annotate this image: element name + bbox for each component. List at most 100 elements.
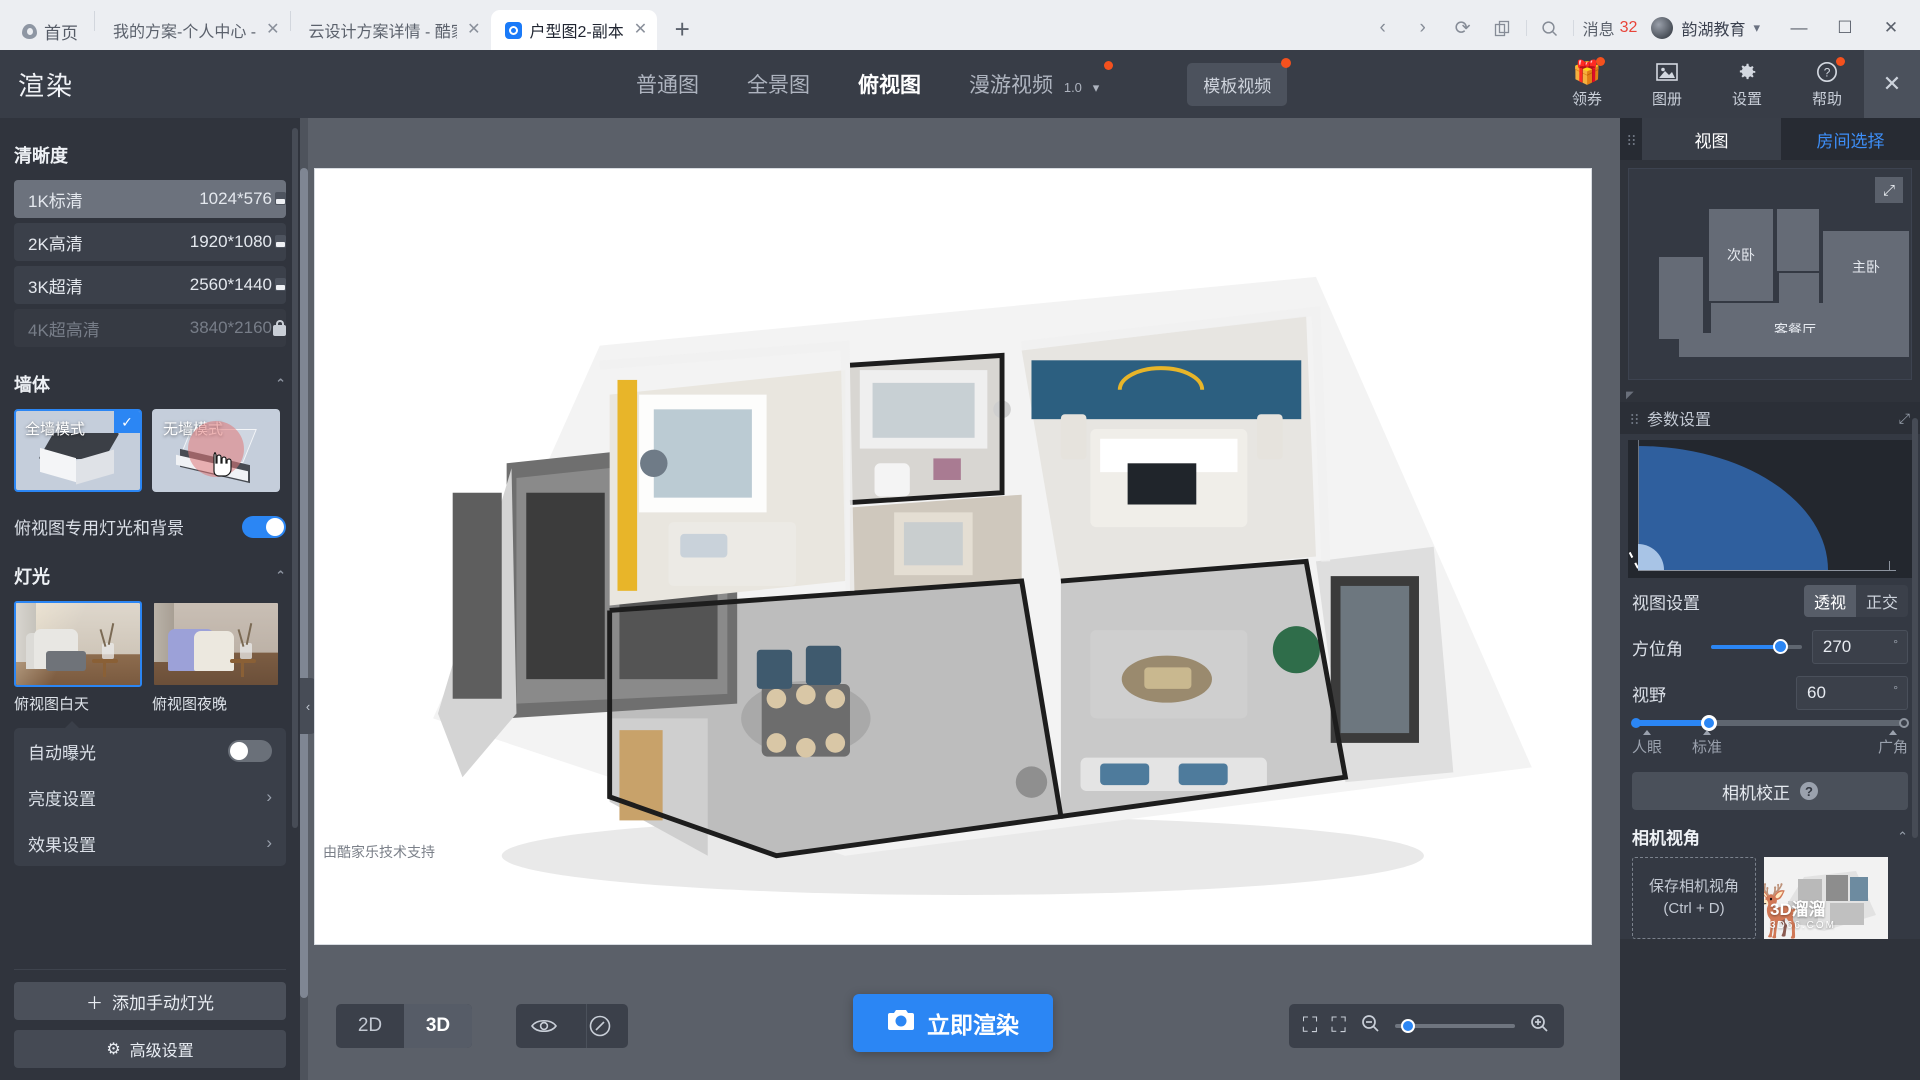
fov-slider[interactable] bbox=[1631, 715, 1909, 731]
render-mode-tabs: 普通图 全景图 俯视图 漫游视频 1.0 ▾ 模板视频 bbox=[634, 57, 1292, 106]
new-tab-button[interactable]: + bbox=[665, 12, 699, 46]
badge-dot bbox=[1596, 57, 1605, 66]
projection-perspective[interactable]: 透视 bbox=[1804, 585, 1856, 617]
azimuth-slider[interactable] bbox=[1711, 639, 1802, 654]
compass-icon[interactable] bbox=[572, 1004, 628, 1048]
clarity-size: 3840*2160 bbox=[189, 318, 272, 337]
chevron-up-icon[interactable]: ⌃ bbox=[1897, 829, 1908, 845]
home-tab[interactable]: 首页 bbox=[0, 12, 94, 50]
right-panel-scrollbar[interactable] bbox=[1912, 418, 1918, 838]
chevron-down-icon: ▾ bbox=[1092, 80, 1100, 95]
expand-minimap-icon[interactable]: ⤢ bbox=[1875, 177, 1903, 203]
lighting-preset-day[interactable]: ✓ 俯视图白天 bbox=[14, 601, 142, 714]
view-mode-3d[interactable]: 3D bbox=[404, 1004, 472, 1048]
canvas-scrollbar[interactable] bbox=[300, 118, 308, 1080]
focus-icon[interactable]: ⛶ bbox=[1331, 1014, 1346, 1038]
auto-exposure-switch[interactable] bbox=[228, 740, 272, 762]
save-camera-view-button[interactable]: 保存相机视角 (Ctrl + D) bbox=[1632, 857, 1756, 939]
room-master-bedroom[interactable]: 主卧 bbox=[1823, 231, 1909, 303]
clarity-option-2k[interactable]: 2K高清 1920*1080 bbox=[14, 223, 286, 261]
visibility-icon[interactable] bbox=[516, 1004, 572, 1048]
axis-end-tick bbox=[1889, 561, 1890, 571]
lighting-preset-night[interactable]: 俯视图夜晚 bbox=[152, 601, 280, 714]
fov-tick-wide: 广角 bbox=[1878, 730, 1908, 757]
tab-room-select[interactable]: 房间选择 bbox=[1781, 118, 1920, 160]
fit-frame-icon[interactable]: ⛶ bbox=[1303, 1014, 1318, 1038]
view-mode-2d[interactable]: 2D bbox=[336, 1004, 404, 1048]
view-settings-panel: 视图 房间选择 ⤢ 次卧 主卧 客餐厅 ◤ 参数设置 ⤢ 视图设置 透视 正交 … bbox=[1620, 118, 1920, 1080]
forward-icon[interactable]: › bbox=[1403, 8, 1443, 48]
azimuth-input[interactable]: 270 ° bbox=[1811, 630, 1909, 664]
projection-orthographic[interactable]: 正交 bbox=[1856, 585, 1908, 617]
effect-settings-row[interactable]: 效果设置 › bbox=[14, 820, 286, 866]
panel-resize-grip[interactable]: ◤ bbox=[1620, 388, 1920, 402]
room-block[interactable] bbox=[1679, 333, 1879, 357]
room-bedroom2[interactable]: 次卧 bbox=[1709, 209, 1773, 301]
zoom-in-icon[interactable] bbox=[1529, 1013, 1550, 1040]
tab-close-icon[interactable]: ✕ bbox=[467, 22, 480, 38]
left-panel-scrollbar[interactable] bbox=[292, 128, 298, 828]
settings-button[interactable]: 设置 bbox=[1720, 59, 1774, 109]
messages-button[interactable]: 消息 32 bbox=[1577, 16, 1644, 40]
add-manual-light-button[interactable]: ＋ 添加手动灯光 bbox=[14, 982, 286, 1020]
fov-label: 视野 bbox=[1632, 685, 1666, 705]
browser-tab-2[interactable]: 云设计方案详情 - 酷家 ✕ bbox=[291, 10, 491, 50]
tab-roaming-video[interactable]: 漫游视频 1.0 ▾ bbox=[967, 61, 1114, 103]
tab-close-icon[interactable]: ✕ bbox=[634, 22, 647, 38]
album-button[interactable]: 图册 bbox=[1640, 59, 1694, 109]
wall-mode-none[interactable]: 无墙模式 bbox=[152, 409, 280, 492]
day-scene-illustration bbox=[16, 603, 140, 685]
topview-light-switch[interactable] bbox=[242, 515, 286, 538]
chevron-up-icon[interactable]: ⌃ bbox=[275, 376, 286, 392]
render-now-button[interactable]: 立即渲染 bbox=[853, 994, 1053, 1052]
room-minimap[interactable]: ⤢ 次卧 主卧 客餐厅 bbox=[1628, 168, 1912, 380]
camera-calibration-button[interactable]: 相机校正 ? bbox=[1632, 772, 1908, 810]
help-icon[interactable]: ? bbox=[1800, 782, 1818, 800]
reload-icon[interactable]: ⟳ bbox=[1443, 8, 1483, 48]
clarity-option-3k[interactable]: 3K超清 2560*1440 bbox=[14, 266, 286, 304]
wall-mode-cards: 全墙模式 ✓ 无墙模式 bbox=[14, 409, 286, 492]
messages-label: 消息 bbox=[1582, 22, 1615, 39]
floorplan-canvas[interactable]: 由酷家乐技术支持 bbox=[314, 168, 1592, 945]
room-block[interactable] bbox=[1777, 209, 1819, 271]
room-block[interactable] bbox=[1879, 303, 1909, 357]
lighting-preset-day-thumb: ✓ bbox=[14, 601, 142, 687]
brightness-settings-row[interactable]: 亮度设置 › bbox=[14, 774, 286, 820]
close-render-panel-button[interactable]: ✕ bbox=[1864, 50, 1920, 118]
tab-panorama[interactable]: 全景图 bbox=[745, 65, 812, 103]
template-video-button[interactable]: 模板视频 bbox=[1187, 57, 1292, 106]
help-button[interactable]: ? 帮助 bbox=[1800, 57, 1854, 109]
tab-normal-image[interactable]: 普通图 bbox=[634, 65, 701, 103]
clarity-option-4k-locked[interactable]: 4K超高清 3840*2160 bbox=[14, 309, 286, 347]
fov-slider-max-dot bbox=[1899, 718, 1909, 728]
zoom-slider[interactable] bbox=[1395, 1019, 1515, 1033]
maximize-button[interactable]: ☐ bbox=[1822, 6, 1868, 50]
room-block[interactable] bbox=[1659, 257, 1703, 339]
zoom-out-icon[interactable] bbox=[1360, 1013, 1381, 1040]
browser-tab-1[interactable]: 我的方案-个人中心 - ✕ bbox=[95, 10, 290, 50]
drag-dots-icon[interactable] bbox=[1630, 412, 1639, 424]
wall-section-title: 墙体 bbox=[14, 375, 50, 395]
tab-topview[interactable]: 俯视图 bbox=[856, 65, 923, 103]
window-close-button[interactable]: ✕ bbox=[1868, 6, 1914, 50]
tab-close-icon[interactable]: ✕ bbox=[266, 22, 279, 38]
settings-label: 设置 bbox=[1731, 91, 1762, 108]
user-menu[interactable]: 韵湖教育 ▾ bbox=[1643, 16, 1768, 40]
advanced-settings-button[interactable]: ⚙ 高级设置 bbox=[14, 1030, 286, 1068]
chevron-up-icon[interactable]: ⌃ bbox=[275, 568, 286, 584]
fov-input[interactable]: 60 ° bbox=[1796, 676, 1908, 710]
minimize-button[interactable]: — bbox=[1776, 6, 1822, 50]
expand-icon[interactable]: ⤢ bbox=[1899, 410, 1910, 427]
back-icon[interactable]: ‹ bbox=[1363, 8, 1403, 48]
canvas-scrollbar-thumb[interactable] bbox=[300, 168, 308, 998]
copy-icon[interactable] bbox=[1483, 8, 1523, 48]
search-icon[interactable] bbox=[1530, 8, 1570, 48]
coupon-button[interactable]: 🎁 领券 bbox=[1560, 57, 1614, 109]
clarity-name: 4K超高清 bbox=[28, 320, 100, 340]
camera-view-thumbnail[interactable]: 🦌 3D溜溜 3D66.COM bbox=[1764, 857, 1888, 939]
wall-mode-full[interactable]: 全墙模式 ✓ bbox=[14, 409, 142, 492]
browser-tab-3-active[interactable]: 户型图2-副本 ✕ bbox=[490, 10, 658, 50]
clarity-option-1k[interactable]: 1K标清 1024*576 bbox=[14, 180, 286, 218]
tab-view[interactable]: 视图 bbox=[1642, 118, 1781, 160]
panel-drag-handle[interactable] bbox=[1620, 118, 1642, 160]
